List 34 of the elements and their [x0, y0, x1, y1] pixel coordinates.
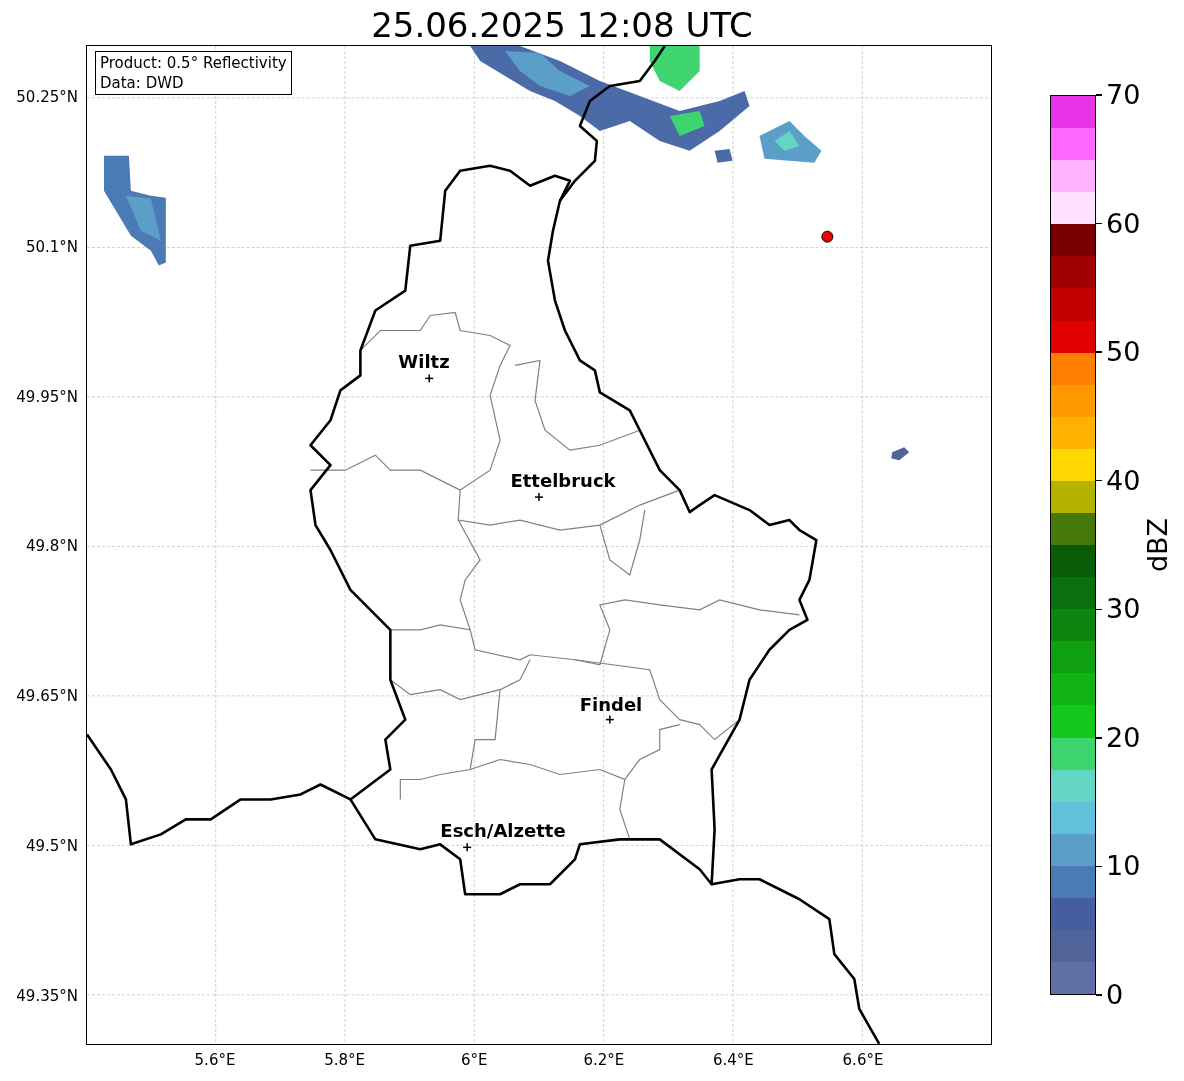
city-label: Esch/Alzette: [440, 821, 566, 841]
city-label: Ettelbruck: [510, 471, 616, 491]
scale-tick-label: 60: [1106, 207, 1141, 240]
city-marker-icon: [534, 492, 544, 502]
city-label: Wiltz: [398, 352, 450, 372]
chart-title: 25.06.2025 12:08 UTC: [371, 5, 753, 45]
longitude-label: 6.6°E: [842, 1051, 884, 1069]
scale-tick-label: 20: [1106, 721, 1141, 754]
longitude-label: 5.8°E: [324, 1051, 365, 1069]
scale-tick-label: 70: [1106, 79, 1141, 111]
latitude-label: 50.1°N: [25, 237, 78, 256]
city-marker-icon: [424, 373, 434, 384]
longitude-label: 6.4°E: [712, 1051, 754, 1069]
longitude-label: 6.2°E: [583, 1051, 625, 1069]
longitude-label: 5.6°E: [194, 1051, 236, 1069]
scale-tick-label: 50: [1106, 336, 1141, 369]
location-dot: [821, 230, 834, 243]
scale-tick-label: 10: [1106, 850, 1141, 883]
scale-tick-label: 30: [1106, 593, 1141, 626]
latitude-label: 49.8°N: [25, 537, 78, 556]
info-text: Product: 0.5° Reflectivity: [100, 53, 287, 73]
latitude-label: 49.35°N: [16, 986, 78, 1005]
scale-tick-label: 0: [1106, 979, 1124, 1011]
latitude-label: 49.5°N: [25, 837, 78, 855]
scale-tick-label: 40: [1106, 464, 1141, 497]
latitude-label: 49.95°N: [16, 387, 78, 406]
scale-unit-label: dBZ: [1142, 517, 1174, 573]
latitude-label: 49.65°N: [16, 687, 78, 706]
longitude-label: 6°E: [460, 1051, 488, 1069]
latitude-label: 50.25°N: [16, 88, 78, 106]
city-label: Findel: [579, 695, 643, 715]
city-marker-icon: [605, 714, 615, 725]
info-text: Data: DWD: [100, 73, 185, 93]
city-marker-icon: [462, 842, 472, 853]
